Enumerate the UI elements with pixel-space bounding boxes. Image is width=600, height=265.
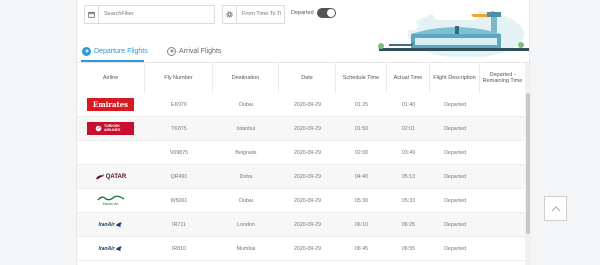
col-flight-description: Flight Description xyxy=(430,63,480,93)
date: 2020-09-29 xyxy=(293,174,322,180)
homa-bird-icon xyxy=(115,221,122,227)
calendar-icon xyxy=(85,6,99,23)
homa-bird-icon xyxy=(115,245,122,251)
departed-toggle[interactable] xyxy=(317,8,336,18)
flight-description: Departed xyxy=(444,246,466,252)
date: 2020-09-29 xyxy=(293,198,322,204)
table-row[interactable]: IranAir IR810 Mumbai 2020-09-29 06:45 06… xyxy=(77,237,525,261)
col-date: Date xyxy=(279,63,336,93)
tab-arrival-label: Arrival Flights xyxy=(179,47,222,55)
actual-time: 05:33 xyxy=(401,198,416,204)
fly-number: TK875 xyxy=(171,126,187,132)
schedule-time: 01:25 xyxy=(354,102,369,108)
fly-number: V09875 xyxy=(169,150,189,156)
actual-time: 03:49 xyxy=(401,150,416,156)
tab-departure-flights[interactable]: Departure Flights xyxy=(82,42,148,60)
oryx-icon xyxy=(95,173,104,179)
turkish-airlines-logo: TURKISH AIRLINES xyxy=(87,122,134,135)
flight-board-card: SearchFilter From Time To Ti Departed De… xyxy=(76,0,531,265)
table-row[interactable]: IranAir IR711 London 2020-09-29 06:10 06… xyxy=(77,213,525,237)
fly-number: EK976 xyxy=(171,102,187,108)
date: 2020-09-29 xyxy=(293,126,322,132)
destination: Belgrade xyxy=(235,150,257,156)
table-row[interactable]: Emirates EK976 Dubai 2020-09-29 01:25 01… xyxy=(77,93,525,117)
plane-up-icon xyxy=(82,46,91,56)
date: 2020-09-29 xyxy=(293,246,322,252)
date: 2020-09-29 xyxy=(293,150,322,156)
table-row[interactable]: QATAR QR491 Doha 2020-09-29 04:40 05:13 … xyxy=(77,165,525,189)
table-row[interactable]: TURKISH AIRLINES TK875 Istanbul 2020-09-… xyxy=(77,117,525,141)
schedule-time: 01:50 xyxy=(354,126,369,132)
gear-icon xyxy=(223,6,237,23)
search-placeholder: SearchFilter xyxy=(104,11,134,17)
actual-time: 01:40 xyxy=(401,102,416,108)
destination: Mumbai xyxy=(236,246,256,252)
fly-number: IR711 xyxy=(172,222,186,228)
airport-illustration xyxy=(378,7,529,57)
flight-description: Departed xyxy=(444,102,466,108)
plane-down-icon xyxy=(167,46,176,56)
actual-time: 02:01 xyxy=(401,126,416,132)
col-remaining-time: Departed - Remaining Time xyxy=(482,71,523,84)
search-input[interactable]: SearchFilter xyxy=(84,5,215,24)
schedule-time: 05:30 xyxy=(354,198,369,204)
departed-toggle-label: Departed xyxy=(291,10,314,16)
schedule-time: 02:00 xyxy=(354,150,369,156)
col-actual-time: Actual Time xyxy=(387,63,430,93)
fly-number: QR491 xyxy=(170,174,188,180)
col-airline: Airline xyxy=(77,63,145,93)
table-row[interactable]: V09875 Belgrade 2020-09-29 02:00 03:49 D… xyxy=(77,141,525,165)
actual-time: 05:13 xyxy=(401,174,416,180)
fly-number: W5061 xyxy=(170,198,188,204)
destination: Dubai xyxy=(239,102,253,108)
table-header: Airline Fly Number Destination Date Sche… xyxy=(77,63,525,93)
from-time-placeholder: From Time To Ti xyxy=(242,11,282,17)
flight-description: Departed xyxy=(444,126,466,132)
iranair-logo: IranAir xyxy=(87,242,134,255)
chevron-up-icon xyxy=(551,206,560,212)
flight-description: Departed xyxy=(444,150,466,156)
schedule-time: 04:40 xyxy=(354,174,369,180)
schedule-time: 06:10 xyxy=(354,222,369,228)
destination: London xyxy=(237,222,255,228)
tab-arrival-flights[interactable]: Arrival Flights xyxy=(167,42,221,60)
date: 2020-09-29 xyxy=(293,102,322,108)
tab-departure-label: Departure Flights xyxy=(94,47,148,55)
iranair-logo: IranAir xyxy=(87,218,134,231)
mahan-air-logo: Mahan Air xyxy=(87,194,134,207)
destination: Istanbul xyxy=(236,126,256,132)
emirates-logo: Emirates xyxy=(87,98,134,111)
fly-number: IR810 xyxy=(171,246,187,252)
col-destination: Destination xyxy=(213,63,279,93)
back-to-top-button[interactable] xyxy=(544,196,567,221)
col-fly-number: Fly Number xyxy=(145,63,213,93)
flight-description: Departed xyxy=(444,174,466,180)
mahan-script-icon xyxy=(96,195,124,201)
from-time-input[interactable]: From Time To Ti xyxy=(222,5,285,24)
table-scrollbar-thumb[interactable] xyxy=(526,93,530,234)
destination: Dubai xyxy=(239,198,253,204)
turkish-bird-icon xyxy=(95,125,102,132)
date: 2020-09-29 xyxy=(293,222,322,228)
col-schedule-time: Schedule Time xyxy=(336,63,387,93)
flight-description: Departed xyxy=(444,198,466,204)
actual-time: 06:55 xyxy=(401,246,416,252)
destination: Doha xyxy=(239,174,253,180)
qatar-airways-logo: QATAR xyxy=(87,170,134,183)
table-row[interactable]: Mahan Air W5061 Dubai 2020-09-29 05:30 0… xyxy=(77,189,525,213)
actual-time: 06:25 xyxy=(401,222,416,228)
schedule-time: 06:45 xyxy=(354,246,369,252)
flight-description: Departed xyxy=(444,222,466,228)
